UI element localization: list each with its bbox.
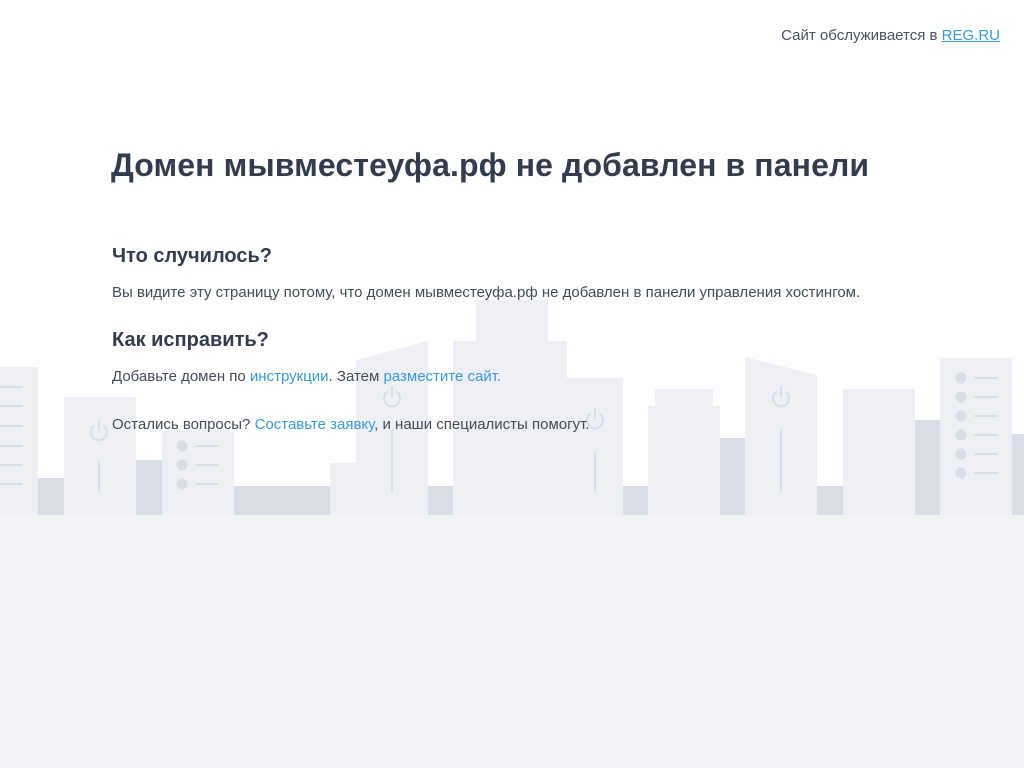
submit-request-link[interactable]: Составьте заявку [255,416,375,433]
how-to-fix-text-start: Добавьте домен по [112,368,246,385]
how-to-fix-heading: Как исправить? [112,329,269,351]
what-happened-text: Вы видите эту страницу потому, что домен… [112,284,861,301]
hosting-provider-notice: Сайт обслуживается в REG.RU [781,27,1000,44]
how-to-fix-text: Добавьте домен по инструкции. Затем разм… [112,368,501,385]
instructions-link[interactable]: инструкции [250,368,329,385]
page-title: Домен мывместеуфа.рф не добавлен в панел… [111,147,870,183]
hosting-provider-label: Сайт обслуживается в [781,27,938,44]
reg-ru-link[interactable]: REG.RU [942,27,1000,44]
questions-text-end: , и наши специалисты помогут. [374,416,590,433]
questions-text-start: Остались вопросы? [112,416,251,433]
page: Сайт обслуживается в REG.RU Домен мывмес… [0,0,1024,768]
how-to-fix-text-middle: . Затем [328,368,380,385]
place-site-link[interactable]: разместите сайт. [383,368,501,385]
questions-text: Остались вопросы? Составьте заявку, и на… [112,416,589,433]
what-happened-heading: Что случилось? [112,245,272,267]
